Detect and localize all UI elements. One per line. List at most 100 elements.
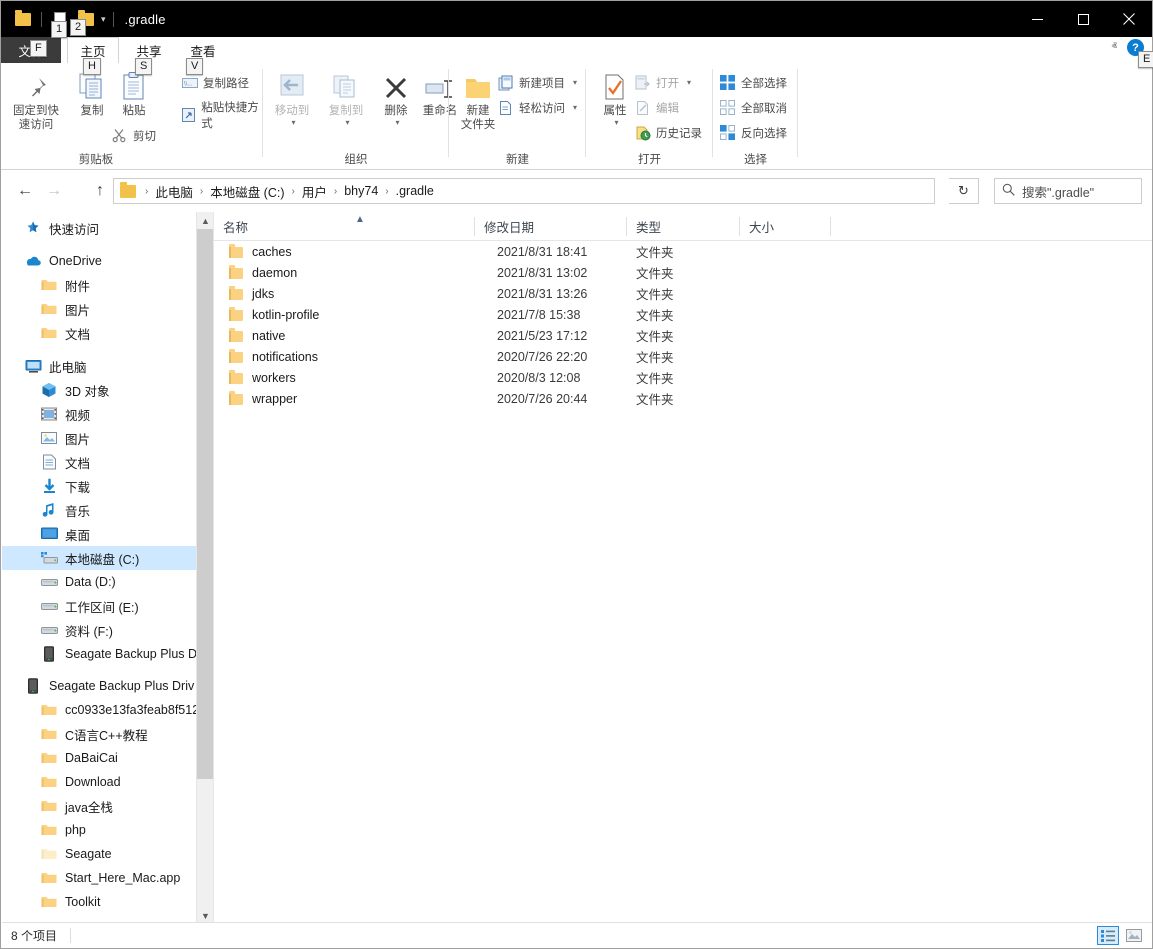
navigation-pane[interactable]: 快速访问OneDrive附件图片文档此电脑3D 对象视频图片文档下载音乐桌面本地… [2, 212, 196, 924]
sidebar-item-f[interactable]: 资料 (F:) [2, 618, 196, 642]
table-row[interactable]: wrapper2020/7/26 20:44文件夹 [214, 388, 1152, 409]
properties-chevron-down-icon[interactable]: ▾ [614, 118, 618, 127]
sidebar-item-java[interactable]: java全栈 [2, 794, 196, 818]
refresh-button[interactable]: ↻ [949, 178, 979, 204]
sidebar-item-toolkit[interactable]: Toolkit [2, 890, 196, 914]
sidebar-item-[interactable]: 文档 [2, 321, 196, 345]
easy-access-chevron-down-icon[interactable]: ▾ [573, 103, 577, 112]
file-name-cell[interactable]: notifications [228, 350, 318, 364]
breadcrumb-sep-3[interactable]: › [329, 186, 342, 197]
table-row[interactable]: daemon2021/8/31 13:02文件夹 [214, 262, 1152, 283]
ribbon-edit-button[interactable]: 编辑 [634, 99, 679, 116]
new-item-chevron-down-icon[interactable]: ▾ [573, 78, 577, 87]
breadcrumb-user[interactable]: bhy74 [342, 184, 380, 198]
ribbon-new-item-button[interactable]: 新建项目 ▾ [497, 74, 577, 91]
breadcrumb-this-pc[interactable]: 此电脑 [153, 182, 195, 201]
sidebar-item-download[interactable]: Download [2, 770, 196, 794]
column-divider-4[interactable] [830, 217, 831, 236]
open-chevron-down-icon[interactable]: ▾ [687, 78, 691, 87]
ribbon-open-button[interactable]: 打开 ▾ [634, 74, 691, 91]
sidebar-item-[interactable]: 文档 [2, 450, 196, 474]
sidebar-item-e[interactable]: 工作区间 (E:) [2, 594, 196, 618]
file-name-cell[interactable]: workers [228, 371, 296, 385]
nav-scroll-thumb[interactable] [197, 229, 214, 779]
search-input[interactable]: 搜索".gradle" [1022, 182, 1094, 201]
up-button[interactable]: ↑ [88, 179, 112, 203]
ribbon-paste-button[interactable]: 粘贴 [105, 67, 163, 118]
ribbon-copy-path-button[interactable]: \\... 复制路径 [181, 74, 249, 91]
file-name-cell[interactable]: jdks [228, 287, 274, 301]
copy-to-chevron-down-icon[interactable]: ▾ [345, 118, 349, 127]
column-header-type[interactable]: 类型 [627, 212, 739, 240]
details-view-button[interactable] [1097, 926, 1119, 945]
file-name-cell[interactable]: daemon [228, 266, 297, 280]
forward-button[interactable]: → [42, 179, 66, 203]
back-button[interactable]: ← [13, 179, 37, 203]
ribbon-move-to-button[interactable]: 移动到 ▾ [263, 67, 321, 127]
ribbon-paste-shortcut-button[interactable]: 粘贴快捷方式 [181, 99, 263, 131]
file-name-cell[interactable]: wrapper [228, 392, 297, 406]
ribbon-pin-to-quick-access-button[interactable]: 固定到快速访问 [7, 67, 65, 132]
table-row[interactable]: caches2021/8/31 18:41文件夹 [214, 241, 1152, 262]
sidebar-item-[interactable]: 音乐 [2, 498, 196, 522]
sidebar-item-php[interactable]: php [2, 818, 196, 842]
ribbon-select-none-button[interactable]: 全部取消 [719, 99, 787, 116]
table-row[interactable]: kotlin-profile2021/7/8 15:38文件夹 [214, 304, 1152, 325]
breadcrumb-sep-1[interactable]: › [195, 186, 208, 197]
maximize-button[interactable] [1060, 1, 1106, 37]
sidebar-item-3d[interactable]: 3D 对象 [2, 378, 196, 402]
table-row[interactable]: notifications2020/7/26 22:20文件夹 [214, 346, 1152, 367]
sidebar-item-dabaicai[interactable]: DaBaiCai [2, 746, 196, 770]
breadcrumb-bar[interactable]: › 此电脑 › 本地磁盘 (C:) › 用户 › bhy74 › .gradle… [113, 178, 935, 204]
column-header-size[interactable]: 大小 [740, 212, 830, 240]
sidebar-item-[interactable]: 视频 [2, 402, 196, 426]
column-header-date[interactable]: 修改日期 [475, 212, 626, 240]
sidebar-item-[interactable]: 图片 [2, 297, 196, 321]
sidebar-item-cc0933e13fa3feab8f512[interactable]: cc0933e13fa3feab8f512 [2, 698, 196, 722]
sidebar-item-seagate-backup-plus-dr[interactable]: Seagate Backup Plus Dr [2, 642, 196, 666]
sidebar-item-c[interactable]: 本地磁盘 (C:) [2, 546, 196, 570]
ribbon-invert-selection-button[interactable]: 反向选择 [719, 124, 787, 141]
close-button[interactable] [1106, 1, 1152, 37]
nav-scrollbar[interactable]: ▲ ▼ [196, 212, 213, 924]
breadcrumb-gradle[interactable]: .gradle [394, 184, 436, 198]
sidebar-item-[interactable]: 附件 [2, 273, 196, 297]
sidebar-item-data-d[interactable]: Data (D:) [2, 570, 196, 594]
sidebar-item-start-here-mac-app[interactable]: Start_Here_Mac.app [2, 866, 196, 890]
move-to-chevron-down-icon[interactable]: ▾ [291, 118, 295, 127]
table-row[interactable]: native2021/5/23 17:12文件夹 [214, 325, 1152, 346]
ribbon-cut-button[interactable]: 剪切 [111, 127, 156, 144]
delete-chevron-down-icon[interactable]: ▾ [395, 118, 399, 127]
collapse-ribbon-icon[interactable]: ⱏ [1112, 41, 1117, 54]
file-name-cell[interactable]: kotlin-profile [228, 308, 319, 322]
sidebar-item-[interactable]: 快速访问 [2, 216, 196, 240]
qat-folder-icon[interactable] [10, 6, 36, 32]
nav-scroll-up-button[interactable]: ▲ [197, 212, 214, 229]
minimize-button[interactable] [1014, 1, 1060, 37]
sidebar-item-c-c[interactable]: C语言C++教程 [2, 722, 196, 746]
table-row[interactable]: workers2020/8/3 12:08文件夹 [214, 367, 1152, 388]
sidebar-item-seagate[interactable]: Seagate [2, 842, 196, 866]
table-row[interactable]: jdks2021/8/31 13:26文件夹 [214, 283, 1152, 304]
ribbon-select-all-button[interactable]: 全部选择 [719, 74, 787, 91]
column-header-name[interactable]: 名称 [214, 212, 474, 240]
sidebar-item-onedrive[interactable]: OneDrive [2, 249, 196, 273]
sidebar-item-[interactable]: 桌面 [2, 522, 196, 546]
sidebar-item-[interactable]: 下载 [2, 474, 196, 498]
breadcrumb-sep-4[interactable]: › [380, 186, 393, 197]
file-name-cell[interactable]: native [228, 329, 285, 343]
large-icons-view-button[interactable] [1123, 926, 1145, 945]
sidebar-item-[interactable]: 图片 [2, 426, 196, 450]
qat-chevron-down-icon[interactable]: ▾ [99, 14, 108, 25]
ribbon-history-button[interactable]: 历史记录 [634, 124, 702, 141]
ribbon-easy-access-button[interactable]: 轻松访问 ▾ [497, 99, 577, 116]
breadcrumb-local-disk[interactable]: 本地磁盘 (C:) [208, 182, 286, 201]
breadcrumb-sep-2[interactable]: › [287, 186, 300, 197]
sidebar-item-seagate-backup-plus-driv[interactable]: Seagate Backup Plus Driv [2, 674, 196, 698]
file-name-cell[interactable]: caches [228, 245, 292, 259]
file-name-label: kotlin-profile [252, 308, 319, 322]
search-box[interactable]: 搜索".gradle" [994, 178, 1142, 204]
breadcrumb-users[interactable]: 用户 [300, 182, 329, 201]
sidebar-item-[interactable]: 此电脑 [2, 354, 196, 378]
file-list-pane[interactable]: 名称 ▲ 修改日期 类型 大小 caches2021/8/31 18:41文件夹… [214, 212, 1152, 924]
